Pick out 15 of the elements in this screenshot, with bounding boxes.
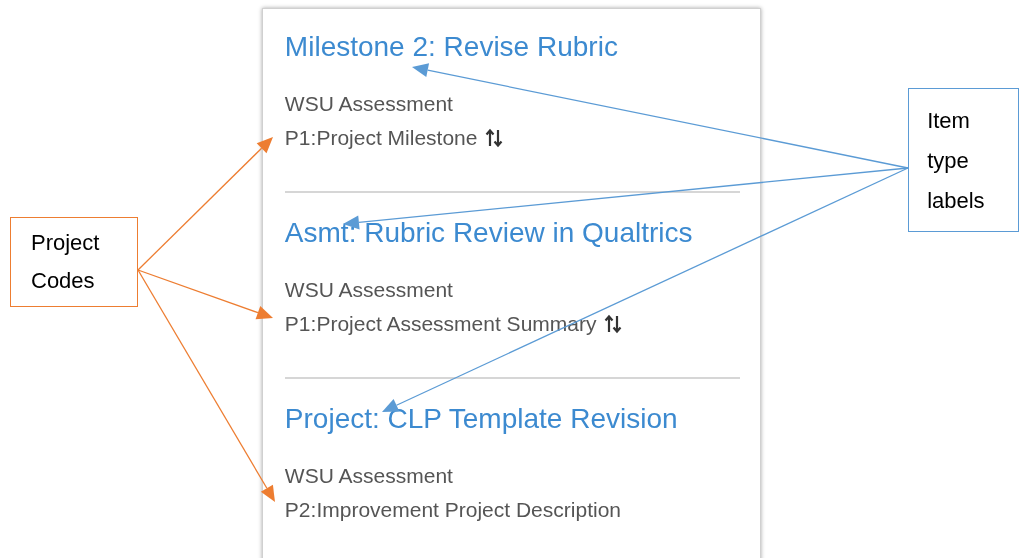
sort-icon[interactable] bbox=[604, 314, 623, 334]
sort-icon[interactable] bbox=[485, 128, 504, 148]
item-title[interactable]: Asmt: Rubric Review in Qualtrics bbox=[284, 217, 741, 249]
item-title[interactable]: Project: CLP Template Revision bbox=[284, 403, 739, 435]
organization-text: WSU Assessment bbox=[284, 91, 454, 117]
callout-text: Project bbox=[31, 229, 101, 257]
project-code-text: P2:Improvement Project Description bbox=[284, 497, 621, 523]
callout-text: labels bbox=[927, 187, 986, 215]
callout-text: type bbox=[927, 147, 970, 175]
callout-text: Item bbox=[927, 107, 971, 135]
project-code-text: P1:Project Milestone bbox=[284, 125, 478, 151]
callout-text: Codes bbox=[31, 267, 96, 295]
organization-text: WSU Assessment bbox=[284, 277, 454, 303]
item-title[interactable]: Milestone 2: Revise Rubric bbox=[284, 31, 741, 63]
organization-text: WSU Assessment bbox=[284, 463, 454, 489]
